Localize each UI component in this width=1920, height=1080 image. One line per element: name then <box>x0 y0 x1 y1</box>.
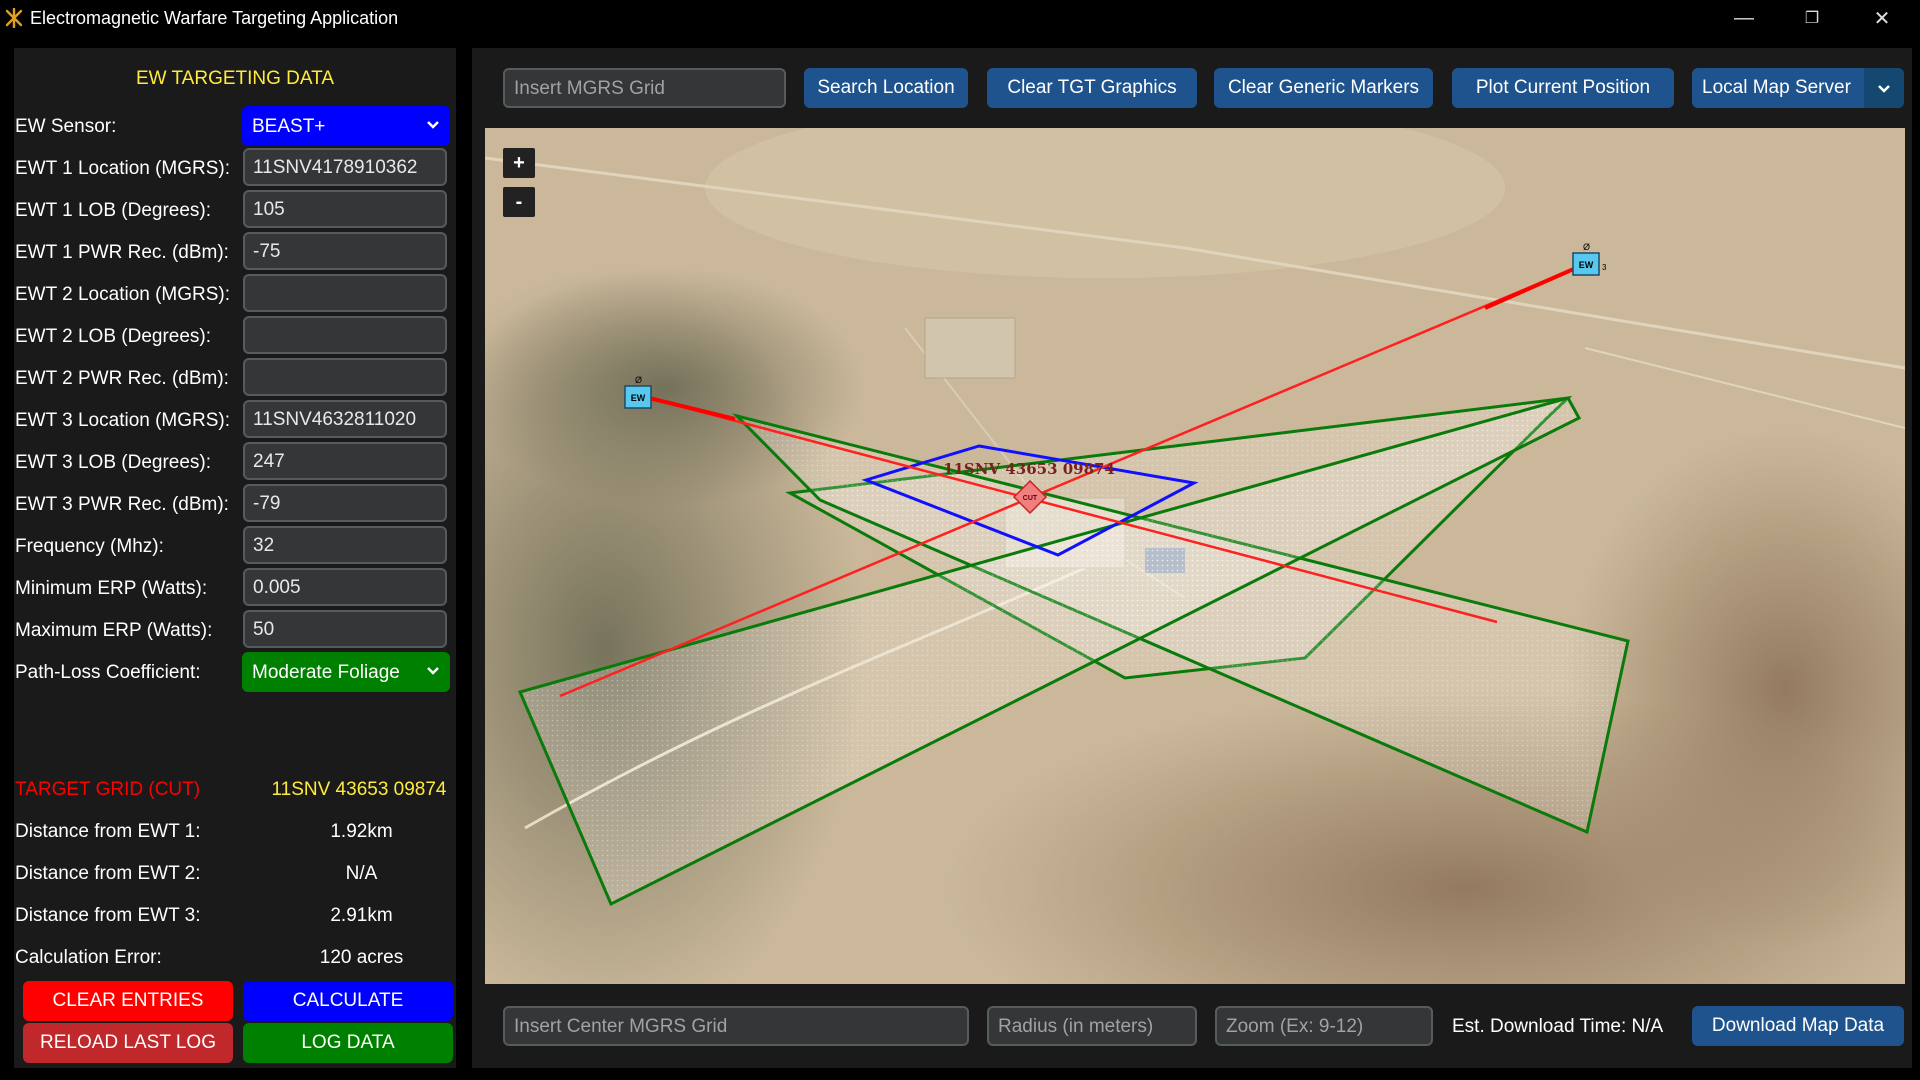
sensor-label: EW Sensor: <box>15 116 117 137</box>
target-grid-value: 11SNV 43653 09874 <box>271 779 447 800</box>
path-loss-label: Path-Loss Coefficient: <box>15 662 201 683</box>
ewt2-power-row: EWT 2 PWR Rec. (dBm): <box>14 358 456 398</box>
result-label: Distance from EWT 3: <box>15 905 201 926</box>
field-label: EWT 3 PWR Rec. (dBm): <box>15 494 229 515</box>
ewt3-power-row: EWT 3 PWR Rec. (dBm): -79 <box>14 484 456 524</box>
clear-generic-markers-button[interactable]: Clear Generic Markers <box>1214 68 1433 108</box>
window-title: Electromagnetic Warfare Targeting Applic… <box>30 8 399 28</box>
download-map-data-button[interactable]: Download Map Data <box>1692 1006 1904 1046</box>
max-erp-row: Maximum ERP (Watts): 50 <box>14 610 456 650</box>
zoom-out-button[interactable]: - <box>503 187 535 217</box>
app-logo-icon <box>5 8 23 28</box>
target-grid-label: TARGET GRID (CUT) <box>15 779 201 800</box>
distance-ewt3-value: 2.91km <box>330 905 393 926</box>
panel-header: EW TARGETING DATA <box>135 68 335 89</box>
clear-entries-button[interactable]: CLEAR ENTRIES <box>23 981 233 1021</box>
sensor-dropdown[interactable]: BEAST+ <box>242 106 450 146</box>
restore-button[interactable]: ❐ <box>1782 0 1842 36</box>
chevron-down-icon <box>427 121 439 129</box>
field-label: EWT 1 Location (MGRS): <box>15 158 231 179</box>
map-view[interactable]: EW Ø EW Ø 3 CUT 11SNV 43653 09874 + - <box>485 128 1905 984</box>
ewt1-power-input[interactable]: -75 <box>243 232 447 270</box>
result-label: Distance from EWT 2: <box>15 863 201 884</box>
min-erp-row: Minimum ERP (Watts): 0.005 <box>14 568 456 608</box>
minimize-button[interactable]: — <box>1714 0 1774 36</box>
radius-input[interactable]: Radius (in meters) <box>987 1006 1197 1046</box>
ewt2-lob-input[interactable] <box>243 316 447 354</box>
field-label: EWT 2 PWR Rec. (dBm): <box>15 368 229 389</box>
max-erp-input[interactable]: 50 <box>243 610 447 648</box>
frequency-row: Frequency (Mhz): 32 <box>14 526 456 566</box>
log-data-button[interactable]: LOG DATA <box>243 1023 453 1063</box>
map-server-value: Local Map Server <box>1702 77 1851 98</box>
close-button[interactable]: ✕ <box>1852 0 1912 36</box>
ewt1-lob-input[interactable]: 105 <box>243 190 447 228</box>
field-label: EWT 3 LOB (Degrees): <box>15 452 212 473</box>
ewt3-number-label: 3 <box>1602 263 1607 272</box>
clear-tgt-graphics-button[interactable]: Clear TGT Graphics <box>987 68 1197 108</box>
ewt2-power-input[interactable] <box>243 358 447 396</box>
ewt3-marker-label: EW <box>1579 260 1594 270</box>
field-label: Minimum ERP (Watts): <box>15 578 208 599</box>
calculation-error-value: 120 acres <box>319 947 404 968</box>
ewt3-lob-row: EWT 3 LOB (Degrees): 247 <box>14 442 456 482</box>
distance-ewt1-value: 1.92km <box>330 821 393 842</box>
result-row: Calculation Error: 120 acres <box>14 943 456 973</box>
min-erp-input[interactable]: 0.005 <box>243 568 447 606</box>
download-time-estimate: Est. Download Time: N/A <box>1452 1016 1664 1037</box>
map-server-dropdown[interactable]: Local Map Server <box>1692 68 1904 108</box>
title-bar: Electromagnetic Warfare Targeting Applic… <box>0 0 1920 36</box>
zoom-input[interactable]: Zoom (Ex: 9-12) <box>1215 1006 1433 1046</box>
plot-current-position-button[interactable]: Plot Current Position <box>1452 68 1674 108</box>
ewt1-location-input[interactable]: 11SNV4178910362 <box>243 148 447 186</box>
compound <box>924 317 1016 379</box>
antenna-icon: Ø <box>1583 242 1590 252</box>
field-label: Frequency (Mhz): <box>15 536 164 557</box>
field-label: EWT 2 LOB (Degrees): <box>15 326 212 347</box>
result-label: Distance from EWT 1: <box>15 821 201 842</box>
result-row: Distance from EWT 2: N/A <box>14 859 456 889</box>
zoom-in-button[interactable]: + <box>503 148 535 178</box>
targeting-data-panel: EW TARGETING DATA EW Sensor: BEAST+ EWT … <box>14 48 456 1068</box>
target-grid-map-label: 11SNV 43653 09874 <box>943 460 1115 478</box>
ewt1-location-row: EWT 1 Location (MGRS): 11SNV4178910362 <box>14 148 456 188</box>
ewt3-power-input[interactable]: -79 <box>243 484 447 522</box>
path-loss-dropdown[interactable]: Moderate Foliage <box>242 652 450 692</box>
center-mgrs-input[interactable]: Insert Center MGRS Grid <box>503 1006 969 1046</box>
distance-ewt2-value: N/A <box>345 863 378 884</box>
calculate-button[interactable]: CALCULATE <box>243 981 453 1021</box>
frequency-input[interactable]: 32 <box>243 526 447 564</box>
ewt2-lob-row: EWT 2 LOB (Degrees): <box>14 316 456 356</box>
result-row: Distance from EWT 3: 2.91km <box>14 901 456 931</box>
ewt1-marker-label: EW <box>631 393 646 403</box>
reload-last-log-button[interactable]: RELOAD LAST LOG <box>23 1023 233 1063</box>
sensor-value: BEAST+ <box>252 116 326 137</box>
search-location-button[interactable]: Search Location <box>804 68 968 108</box>
field-label: EWT 1 PWR Rec. (dBm): <box>15 242 229 263</box>
chevron-down-icon <box>427 667 439 675</box>
field-label: EWT 2 Location (MGRS): <box>15 284 231 305</box>
sensor-row: EW Sensor: BEAST+ <box>14 106 456 146</box>
ewt2-location-input[interactable] <box>243 274 447 312</box>
result-label: Calculation Error: <box>15 947 162 968</box>
chevron-down-icon <box>1878 85 1890 93</box>
mgrs-search-input[interactable]: Insert MGRS Grid <box>503 68 786 108</box>
result-row: Distance from EWT 1: 1.92km <box>14 817 456 847</box>
path-loss-row: Path-Loss Coefficient: Moderate Foliage <box>14 652 456 692</box>
cut-marker-label: CUT <box>1023 495 1038 502</box>
target-grid-row: TARGET GRID (CUT) 11SNV 43653 09874 <box>14 775 456 805</box>
antenna-icon: Ø <box>635 375 642 385</box>
field-label: Maximum ERP (Watts): <box>15 620 213 641</box>
ewt1-power-row: EWT 1 PWR Rec. (dBm): -75 <box>14 232 456 272</box>
path-loss-value: Moderate Foliage <box>252 662 400 683</box>
field-label: EWT 1 LOB (Degrees): <box>15 200 212 221</box>
field-label: EWT 3 Location (MGRS): <box>15 410 231 431</box>
map-canvas[interactable]: EW Ø EW Ø 3 CUT 11SNV 43653 09874 <box>485 128 1905 984</box>
ewt2-location-row: EWT 2 Location (MGRS): <box>14 274 456 314</box>
map-server-chevron[interactable] <box>1864 68 1904 108</box>
ewt3-location-row: EWT 3 Location (MGRS): 11SNV4632811020 <box>14 400 456 440</box>
ewt3-location-input[interactable]: 11SNV4632811020 <box>243 400 447 438</box>
ewt1-lob-row: EWT 1 LOB (Degrees): 105 <box>14 190 456 230</box>
ewt3-lob-input[interactable]: 247 <box>243 442 447 480</box>
